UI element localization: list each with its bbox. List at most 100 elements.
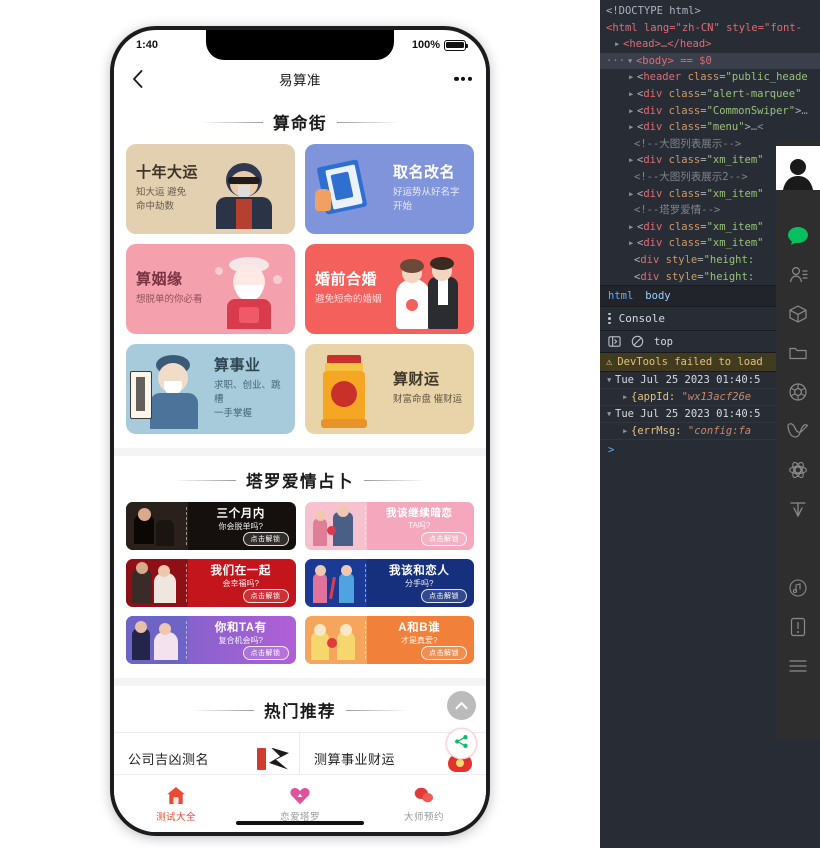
execution-context-selector[interactable]: top xyxy=(654,336,673,348)
tarot-art xyxy=(126,559,188,607)
share-button[interactable] xyxy=(447,729,476,758)
comment-text: <!--塔罗爱情--> xyxy=(634,204,721,217)
perforation xyxy=(186,507,187,545)
tarot-card-5[interactable]: 你和TA有 复合机会吗? 点击解锁 xyxy=(126,616,296,664)
clear-console-icon[interactable] xyxy=(631,335,644,348)
tag-name: div xyxy=(643,104,663,117)
dom-line-menu[interactable]: ▸ <div class="menu">…< xyxy=(600,119,820,136)
dom-line-alert-marquee[interactable]: ▸ <div class="alert-marquee" xyxy=(600,86,820,103)
hamburger-icon[interactable] xyxy=(776,646,820,685)
back-to-top-button[interactable] xyxy=(447,691,476,720)
camera-icon[interactable] xyxy=(776,372,820,411)
card-text: 算事业 求职、创业、跳槽 一手掌握 xyxy=(204,357,295,421)
attr-name: class xyxy=(668,154,701,167)
attr-name: style xyxy=(665,253,698,266)
tarot-art xyxy=(126,502,188,550)
card-shiniandayun[interactable]: 十年大运 知大运 避免 命中劫数 xyxy=(126,144,295,234)
card-suanyinyuan[interactable]: 算姻缘 想脱单的你必看 xyxy=(126,244,295,334)
tarot-grid: 三个月内 你会脱单吗? 点击解锁 我该继续暗恋 TA吗? 点击解锁 我们在一起 … xyxy=(114,502,486,664)
unlock-button[interactable]: 点击解锁 xyxy=(242,589,289,603)
dom-line-html[interactable]: <html lang="zh-CN" style="font- xyxy=(600,20,820,37)
attr-name: style xyxy=(665,270,698,283)
chat-bubbles-icon xyxy=(413,785,435,806)
card-qumin-gaiming[interactable]: 取名改名 好运势从好名字 开始 xyxy=(305,144,474,234)
section-title: 塔罗爱情占卜 xyxy=(246,473,354,491)
tarot-card-1[interactable]: 三个月内 你会脱单吗? 点击解锁 xyxy=(126,502,296,550)
divider-right xyxy=(346,709,408,711)
company-seal-icon xyxy=(257,744,289,774)
kebab-menu-icon[interactable] xyxy=(608,312,611,325)
unlock-button[interactable]: 点击解锁 xyxy=(242,532,289,546)
chat-bubble-icon[interactable] xyxy=(776,216,820,255)
tab-dashi-yuyue[interactable]: 大师预约 xyxy=(362,785,486,823)
tab-console[interactable]: Console xyxy=(619,312,665,325)
unlock-button[interactable]: 点击解锁 xyxy=(242,646,289,660)
unlock-button[interactable]: 点击解锁 xyxy=(421,589,467,603)
tag-name: div xyxy=(643,237,663,250)
dom-line-commonswiper[interactable]: ▸ <div class="CommonSwiper">… xyxy=(600,103,820,120)
tab-label: 大师预约 xyxy=(403,811,444,823)
perforation xyxy=(186,621,187,659)
section-header-hot: 热门推荐 xyxy=(114,686,486,732)
tab-ceshi-daquan[interactable]: 测试大全 xyxy=(114,785,238,823)
tarot-body: 三个月内 你会脱单吗? 点击解锁 xyxy=(188,502,296,550)
dom-line-doctype[interactable]: <!DOCTYPE html> xyxy=(600,3,820,20)
tarot-card-2[interactable]: 我该继续暗恋 TA吗? 点击解锁 xyxy=(304,502,474,550)
fortune-teller-icon xyxy=(208,149,282,229)
atom-icon[interactable] xyxy=(776,450,820,489)
money-jar-icon xyxy=(309,349,383,429)
avatar[interactable] xyxy=(776,146,820,190)
dom-line-body[interactable]: ··· ▾ <body> == $0 xyxy=(600,52,820,70)
wedding-couple-icon xyxy=(392,249,466,329)
channels-icon[interactable] xyxy=(776,411,820,450)
unlock-button[interactable]: 点击解锁 xyxy=(421,532,467,546)
divider-right xyxy=(337,121,399,123)
tarot-card-4[interactable]: 我该和恋人 分手吗? 点击解锁 xyxy=(304,559,474,607)
attr-value: height: xyxy=(709,253,755,266)
folder-icon[interactable] xyxy=(776,333,820,372)
music-icon[interactable] xyxy=(776,568,820,607)
log-object-key: {errMsg: xyxy=(631,425,682,438)
tarot-card-3[interactable]: 我们在一起 会幸福吗? 点击解锁 xyxy=(126,559,296,607)
status-bar: 1:40 100% xyxy=(114,30,486,60)
dom-line-head[interactable]: ▸ <head>…</head> xyxy=(600,36,820,53)
attr-value: public_heade xyxy=(731,71,808,84)
dom-line-header[interactable]: ▸ <header class="public_heade xyxy=(600,69,820,86)
tarot-subtitle: 复合机会吗? xyxy=(218,635,263,645)
breadcrumb-html[interactable]: html xyxy=(608,290,633,302)
box-icon[interactable] xyxy=(776,294,820,333)
attr-name: class xyxy=(668,237,701,250)
phone-icon[interactable] xyxy=(776,607,820,646)
card-suanshiye[interactable]: 算事业 求职、创业、跳槽 一手掌握 xyxy=(126,344,295,434)
tarot-card-6[interactable]: A和B谁 才是真爱? 点击解锁 xyxy=(304,616,474,664)
card-subtitle: 避免短命的婚姻 xyxy=(315,294,382,306)
attr-name: class xyxy=(668,187,701,200)
tarot-art xyxy=(304,616,367,664)
sidebar-toggle-icon[interactable] xyxy=(608,335,621,348)
section-header-fortune-street: 算命街 xyxy=(114,98,486,144)
attr-value: alert-marquee xyxy=(712,87,796,100)
tab-label: 测试大全 xyxy=(155,811,196,823)
tarot-subtitle: TA吗? xyxy=(408,520,431,530)
unlock-button[interactable]: 点击解锁 xyxy=(421,646,467,660)
doctype-text: <!DOCTYPE html> xyxy=(606,5,701,17)
tarot-title: A和B谁 xyxy=(398,622,441,634)
card-text: 算姻缘 想脱单的你必看 xyxy=(126,271,213,307)
more-dots-icon[interactable] xyxy=(454,76,472,82)
tarot-subtitle: 分手吗? xyxy=(405,578,434,588)
tarot-subtitle: 你会脱单吗? xyxy=(218,521,263,531)
card-title: 婚前合婚 xyxy=(315,270,378,288)
tab-lianai-taluo[interactable]: 恋爱塔罗 xyxy=(238,785,362,823)
device-preview-stage: 1:40 100% 易算准 算命街 十年大运 知大运 避免 命中劫数 取名改名 … xyxy=(0,0,600,848)
breadcrumb-body[interactable]: body xyxy=(645,290,670,302)
card-title: 取名改名 xyxy=(393,164,456,182)
card-hunqian-hehun[interactable]: 婚前合婚 避免短命的婚姻 xyxy=(305,244,474,334)
card-suancaiyun[interactable]: 算财运 财富命盘 催财运 xyxy=(305,344,474,434)
battery-icon xyxy=(444,39,469,51)
contacts-icon[interactable] xyxy=(776,255,820,294)
comment-text: <!--大图列表展示2--> xyxy=(634,170,748,183)
six-icon[interactable] xyxy=(776,489,820,528)
attr-value: xm_item xyxy=(712,237,758,250)
page-scroll-area[interactable]: 算命街 十年大运 知大运 避免 命中劫数 取名改名 好运势从好名字 开始 算姻缘… xyxy=(114,98,486,832)
chevron-left-icon[interactable] xyxy=(126,68,148,90)
